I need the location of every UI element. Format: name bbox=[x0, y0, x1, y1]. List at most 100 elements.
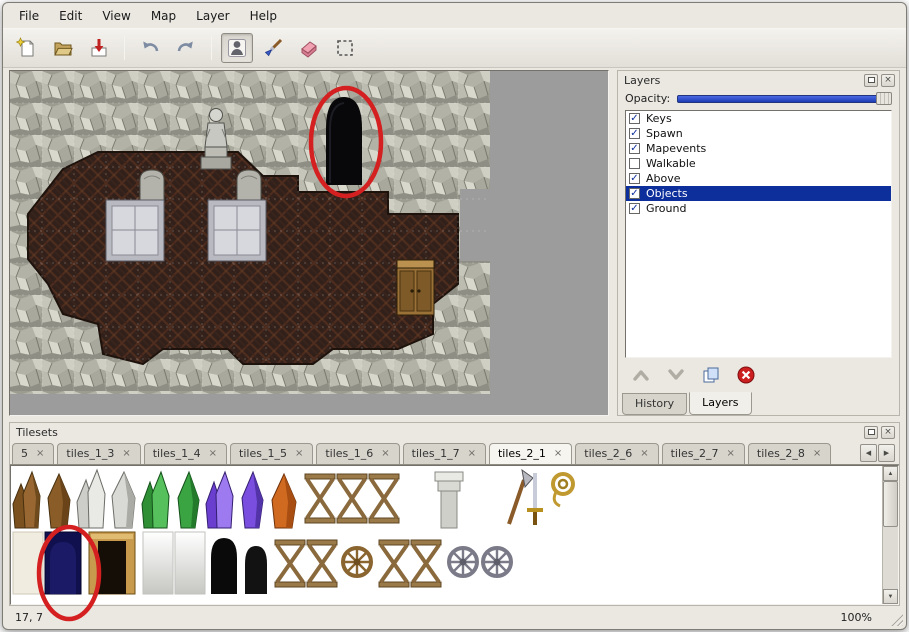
layer-row-mapevents[interactable]: ✓ Mapevents bbox=[626, 141, 891, 156]
layer-row-walkable[interactable]: Walkable bbox=[626, 156, 891, 171]
layer-visibility-checkbox[interactable]: ✓ bbox=[629, 188, 640, 199]
duplicate-layer-button[interactable] bbox=[698, 364, 724, 386]
opacity-slider[interactable] bbox=[677, 92, 892, 105]
tile-column-capital bbox=[435, 472, 463, 528]
delete-layer-button[interactable] bbox=[733, 364, 759, 386]
panel-close-button[interactable]: × bbox=[881, 426, 895, 439]
redo-button[interactable] bbox=[170, 33, 202, 63]
layer-visibility-checkbox[interactable]: ✓ bbox=[629, 113, 640, 124]
tileset-scrollbar[interactable]: ▲ ▼ bbox=[882, 466, 898, 604]
layer-row-above[interactable]: ✓ Above bbox=[626, 171, 891, 186]
scroll-up-button[interactable]: ▲ bbox=[883, 466, 898, 481]
tileset-tab-tiles_1_7[interactable]: tiles_1_7 × bbox=[403, 443, 486, 464]
layer-move-up-button[interactable] bbox=[628, 364, 654, 386]
tab-close-icon[interactable]: × bbox=[467, 449, 477, 459]
tileset-tab-tiles_2_7[interactable]: tiles_2_7 × bbox=[662, 443, 745, 464]
tileset-tab-tiles_1_6[interactable]: tiles_1_6 × bbox=[316, 443, 399, 464]
tab-close-icon[interactable]: × bbox=[639, 449, 649, 459]
select-region-tool-button[interactable] bbox=[329, 33, 361, 63]
tilesets-panel: Tilesets × 5 × tiles_1_3 × tiles_1_4 × bbox=[9, 422, 900, 606]
panel-close-button[interactable]: × bbox=[881, 74, 895, 87]
tilesets-panel-header: Tilesets × bbox=[10, 423, 899, 441]
resize-grip[interactable] bbox=[890, 613, 903, 626]
scrollbar-thumb[interactable] bbox=[883, 481, 898, 527]
menu-layer[interactable]: Layer bbox=[188, 7, 237, 25]
layer-name: Ground bbox=[646, 202, 686, 215]
tile-wood-railing bbox=[411, 540, 441, 587]
layer-row-objects[interactable]: ✓ Objects bbox=[626, 186, 891, 201]
opacity-label: Opacity: bbox=[625, 92, 670, 105]
redo-icon bbox=[175, 37, 197, 59]
menu-view[interactable]: View bbox=[94, 7, 138, 25]
tab-close-icon[interactable]: × bbox=[35, 449, 45, 459]
tile-wagon-wheel bbox=[483, 548, 511, 576]
scroll-down-button[interactable]: ▼ bbox=[883, 589, 898, 604]
brush-tool-button[interactable] bbox=[257, 33, 289, 63]
gravestone-object bbox=[140, 170, 164, 200]
menu-edit[interactable]: Edit bbox=[51, 7, 90, 25]
new-file-button[interactable] bbox=[11, 33, 43, 63]
tab-close-icon[interactable]: × bbox=[380, 449, 390, 459]
tile-brown-rocks bbox=[13, 472, 40, 528]
layer-visibility-checkbox[interactable]: ✓ bbox=[629, 143, 640, 154]
tile-wood-railing bbox=[275, 540, 305, 587]
menu-map[interactable]: Map bbox=[143, 7, 184, 25]
save-button[interactable] bbox=[83, 33, 115, 63]
tileset-tab-tiles_2_1[interactable]: tiles_2_1 × bbox=[489, 443, 572, 464]
menu-help[interactable]: Help bbox=[242, 7, 285, 25]
menu-file[interactable]: File bbox=[11, 7, 47, 25]
tabs-scroll-right-button[interactable]: ▶ bbox=[878, 444, 895, 462]
tileset-tab-tiles_2_6[interactable]: tiles_2_6 × bbox=[575, 443, 658, 464]
eraser-tool-button[interactable] bbox=[293, 33, 325, 63]
gravestone-object bbox=[237, 170, 261, 200]
tab-close-icon[interactable]: × bbox=[553, 449, 563, 459]
tileset-tab-tiles_1_5[interactable]: tiles_1_5 × bbox=[230, 443, 313, 464]
cursor-coordinates: 17, 7 bbox=[15, 611, 841, 624]
layer-visibility-checkbox[interactable]: ✓ bbox=[629, 128, 640, 139]
tile-wood-railing bbox=[307, 540, 337, 587]
open-button[interactable] bbox=[47, 33, 79, 63]
save-icon bbox=[88, 37, 110, 59]
tab-layers[interactable]: Layers bbox=[689, 392, 751, 415]
tab-close-icon[interactable]: × bbox=[726, 449, 736, 459]
tab-close-icon[interactable]: × bbox=[294, 449, 304, 459]
layer-visibility-checkbox[interactable]: ✓ bbox=[629, 203, 640, 214]
menubar: File Edit View Map Layer Help bbox=[3, 3, 906, 28]
panel-float-button[interactable] bbox=[864, 74, 878, 87]
tile-white-gradient bbox=[175, 532, 205, 594]
panel-float-button[interactable] bbox=[864, 426, 878, 439]
layer-row-spawn[interactable]: ✓ Spawn bbox=[626, 126, 891, 141]
undo-button[interactable] bbox=[134, 33, 166, 63]
opacity-slider-handle[interactable] bbox=[876, 92, 892, 105]
tileset-tab-tiles_2_8[interactable]: tiles_2_8 × bbox=[748, 443, 831, 464]
stone-slab-object bbox=[106, 200, 164, 261]
layer-name: Above bbox=[646, 172, 681, 185]
layer-row-ground[interactable]: ✓ Ground bbox=[626, 201, 891, 216]
toolbar-separator bbox=[211, 36, 212, 60]
tile-wood-railing bbox=[369, 474, 399, 523]
layer-visibility-checkbox[interactable]: ✓ bbox=[629, 173, 640, 184]
place-object-tool-button[interactable] bbox=[221, 33, 253, 63]
tile-door-frame bbox=[89, 532, 135, 594]
tile-wood-railing bbox=[305, 474, 335, 523]
layer-row-keys[interactable]: ✓ Keys bbox=[626, 111, 891, 126]
statusbar: 17, 7 100% bbox=[3, 606, 906, 629]
tileset-palette[interactable] bbox=[11, 466, 882, 604]
tileset-tab-tiles_1_3[interactable]: tiles_1_3 × bbox=[57, 443, 140, 464]
layer-move-down-button[interactable] bbox=[663, 364, 689, 386]
tileset-tab-tiles_1_4[interactable]: tiles_1_4 × bbox=[144, 443, 227, 464]
tile-gray-rock bbox=[112, 472, 135, 528]
scrollbar-track[interactable] bbox=[883, 481, 898, 589]
tabs-scroll-left-button[interactable]: ◀ bbox=[860, 444, 877, 462]
tab-close-icon[interactable]: × bbox=[812, 449, 822, 459]
cabinet-object bbox=[397, 260, 434, 315]
float-icon bbox=[868, 77, 875, 83]
tab-history[interactable]: History bbox=[622, 393, 687, 415]
layer-actions-toolbar bbox=[618, 358, 899, 390]
tab-close-icon[interactable]: × bbox=[121, 449, 131, 459]
map-canvas[interactable] bbox=[9, 70, 609, 416]
tileset-tab-5[interactable]: 5 × bbox=[12, 443, 54, 464]
tab-close-icon[interactable]: × bbox=[208, 449, 218, 459]
person-stamp-icon bbox=[226, 37, 248, 59]
layer-visibility-checkbox[interactable] bbox=[629, 158, 640, 169]
